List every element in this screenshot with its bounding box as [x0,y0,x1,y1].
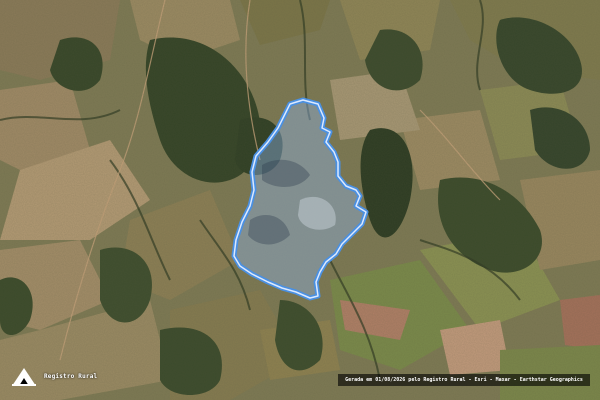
registro-rural-logo-icon [12,368,36,386]
map-attribution: Gerada em 01/08/2026 pelo Registro Rural… [338,374,590,386]
registro-rural-logo: Registro Rural [10,364,97,388]
map-canvas [0,0,600,400]
logo-text: Registro Rural [44,372,98,380]
satellite-map[interactable]: Registro Rural Gerada em 01/08/2026 pelo… [0,0,600,400]
